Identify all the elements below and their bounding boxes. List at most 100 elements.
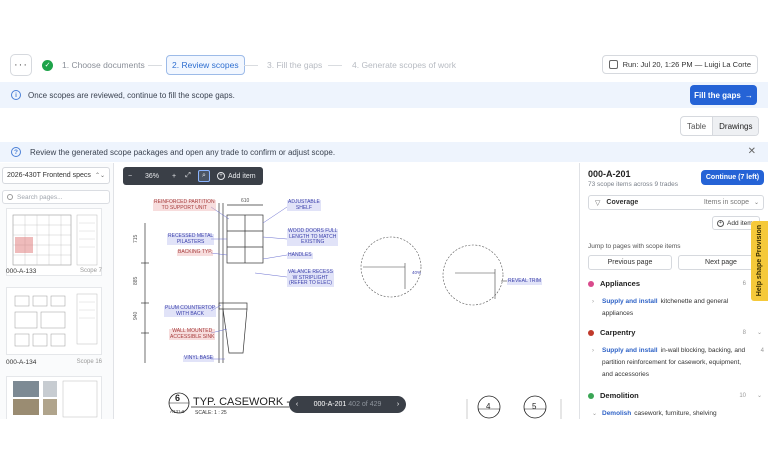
coverage-label: Coverage xyxy=(606,199,639,206)
page-index: 402 of 429 xyxy=(348,401,382,408)
drawing-callout[interactable]: HANDLES xyxy=(287,252,313,259)
feedback-label: Help shape Provision xyxy=(756,225,763,297)
detail-title: TYP. CASEWORK - xyxy=(193,396,290,408)
banner-text: Once scopes are reviewed, continue to fi… xyxy=(28,91,235,100)
drawing-callout[interactable]: WALL MOUNTED ACCESSIBLE SINK xyxy=(169,328,216,340)
plus-icon: + xyxy=(717,219,724,227)
chevron-updown-icon: ⌃⌄ xyxy=(94,173,105,179)
step-choose-documents[interactable]: ✓ 1. Choose documents xyxy=(42,55,145,75)
close-icon[interactable]: ✕ xyxy=(748,146,756,157)
coverage-filter[interactable]: ▽ Coverage Items in scope ⌄ xyxy=(588,195,764,210)
run-label: Run: Jul 20, 1:26 PM — Luigi La Corte xyxy=(622,60,751,69)
jump-label: Jump to pages with scope items xyxy=(588,243,681,250)
dimension-text: 885 xyxy=(133,276,139,285)
help-circle-icon: ? xyxy=(11,147,21,157)
page-thumbnail[interactable] xyxy=(6,208,102,276)
tab-table[interactable]: Table xyxy=(681,117,712,135)
zoom-in-button[interactable]: + xyxy=(167,173,181,180)
drawing-callout[interactable]: REINFORCED PARTITION TO SUPPORT UNIT xyxy=(153,199,216,211)
trade-appliances[interactable]: Appliances 6 xyxy=(588,279,764,288)
thumbnail-drawing xyxy=(12,214,98,266)
trade-count: 6 xyxy=(742,280,746,287)
fit-page-icon[interactable]: ⤢ xyxy=(181,172,195,180)
svg-text:40%: 40% xyxy=(412,270,421,275)
page-name: 000-A-134 xyxy=(6,359,37,366)
plus-icon: + xyxy=(217,172,225,180)
fill-gaps-button[interactable]: Fill the gaps → xyxy=(690,85,757,105)
trade-demolition[interactable]: Demolition 10 ⌄ xyxy=(588,391,764,400)
stepper-bar: ··· ✓ 1. Choose documents 2. Review scop… xyxy=(0,52,768,78)
detail-sheet: A131-6 xyxy=(170,409,185,414)
arrow-right-icon: → xyxy=(744,90,753,100)
page-thumbnail[interactable] xyxy=(6,287,102,355)
drawing-callout[interactable]: ADJUSTABLE SHELF xyxy=(287,199,321,211)
run-selector[interactable]: Run: Jul 20, 1:26 PM — Luigi La Corte xyxy=(601,55,758,74)
trade-carpentry[interactable]: Carpentry 8 ⌄ xyxy=(588,328,764,337)
chevron-left-icon[interactable]: ‹ xyxy=(289,401,305,408)
trade-color-dot xyxy=(588,280,594,287)
document-select[interactable]: 2026-430T Frontend specs ⌃⌄ xyxy=(2,167,110,184)
step-review-scopes[interactable]: 2. Review scopes xyxy=(166,55,245,75)
continue-button[interactable]: Continue (7 left) xyxy=(701,170,764,185)
step-fill-gaps[interactable]: 3. Fill the gaps xyxy=(267,55,322,75)
step-generate-scopes[interactable]: 4. Generate scopes of work xyxy=(352,55,456,75)
drawing-callout[interactable]: REVEAL TRIM xyxy=(507,278,543,285)
chevron-right-icon[interactable]: › xyxy=(390,401,406,408)
detail-scale: SCALE: 1 : 25 xyxy=(195,410,227,416)
trade-count: 8 xyxy=(742,329,746,336)
trade-count: 10 xyxy=(739,392,746,399)
drawing-viewer[interactable]: 715 885 940 610 40% 6 A131-6 TYP. CASEWO… xyxy=(115,163,578,419)
chevron-down-icon: ⌄ xyxy=(592,411,598,417)
detail-number: 6 xyxy=(175,393,180,403)
fill-gaps-label: Fill the gaps xyxy=(694,90,741,100)
coverage-value: Items in scope xyxy=(703,199,749,206)
scope-item[interactable]: ⌄ Demolish casework, furniture, shelving xyxy=(592,408,750,419)
page-name: 000-A-201 xyxy=(313,401,347,408)
add-item-button[interactable]: + Add item xyxy=(217,172,256,180)
scope-item[interactable]: › Supply and install in-wall blocking, ba… xyxy=(592,345,764,381)
check-icon: ✓ xyxy=(42,59,53,71)
step-label: 2. Review scopes xyxy=(172,60,239,70)
zoom-select-icon[interactable]: ⌕ xyxy=(198,170,210,182)
thumbnail-photos xyxy=(13,380,98,418)
scope-action: Demolish xyxy=(602,410,632,417)
drawing-callout[interactable]: VALANCE RECESS W STRIPLIGHT (REFER TO ELEC… xyxy=(287,269,334,287)
drawing-callout[interactable]: WOOD DOORS FULL LENGTH TO MATCH EXISTING xyxy=(287,228,339,246)
step-connector xyxy=(244,65,258,66)
trade-name: Appliances xyxy=(600,279,641,288)
dimension-text: 940 xyxy=(133,311,139,320)
trade-color-dot xyxy=(588,329,594,336)
chevron-down-icon: ⌄ xyxy=(756,393,762,399)
zoom-out-button[interactable]: − xyxy=(123,173,137,180)
search-pages-input[interactable]: Search pages... xyxy=(2,190,110,204)
calendar-icon xyxy=(608,60,618,69)
previous-page-button[interactable]: Previous page xyxy=(588,255,672,270)
more-menu-button[interactable]: ··· xyxy=(10,54,32,76)
viewer-toolbar: − 36% + ⤢ ⌕ + Add item xyxy=(123,167,263,185)
drawing-callout[interactable]: RECESSED METAL PILASTERS xyxy=(167,233,215,245)
scope-action: Supply and install xyxy=(602,298,658,305)
scope-item[interactable]: › Supply and install kitchenette and gene… xyxy=(592,296,750,320)
tab-drawings[interactable]: Drawings xyxy=(712,117,759,135)
page-thumbnail[interactable] xyxy=(6,376,102,419)
trade-color-dot xyxy=(588,392,594,399)
drawing-callout[interactable]: BACKING TYP. xyxy=(177,249,214,256)
dimension-text: 715 xyxy=(133,234,139,243)
step-label: 4. Generate scopes of work xyxy=(352,60,456,70)
thumbnail-drawing xyxy=(14,293,98,347)
drawing-callout[interactable]: VINYL BASE xyxy=(183,355,214,362)
dimension-text: 610 xyxy=(241,198,250,204)
scope-action: Supply and install xyxy=(602,347,658,354)
scope-panel: 000-A-201 73 scope items across 9 trades… xyxy=(579,163,768,419)
chevron-right-icon: › xyxy=(592,348,594,354)
chevron-down-icon: ⌄ xyxy=(756,330,762,336)
detail-number: 4 xyxy=(486,402,491,411)
page-label: 000-A-134 Scope 16 xyxy=(6,359,102,366)
scope-summary: 73 scope items across 9 trades xyxy=(588,181,678,188)
feedback-tab[interactable]: Help shape Provision xyxy=(751,221,768,301)
page-scope-count: Scope 7 xyxy=(79,268,102,274)
page-navigator: ‹ 000-A-201 402 of 429 › xyxy=(289,396,406,413)
page-name: 000-A-133 xyxy=(6,268,37,275)
document-name: 2026-430T Frontend specs xyxy=(7,172,91,179)
drawing-callout[interactable]: PLUM COUNTERTOP WITH BACK xyxy=(164,305,217,317)
